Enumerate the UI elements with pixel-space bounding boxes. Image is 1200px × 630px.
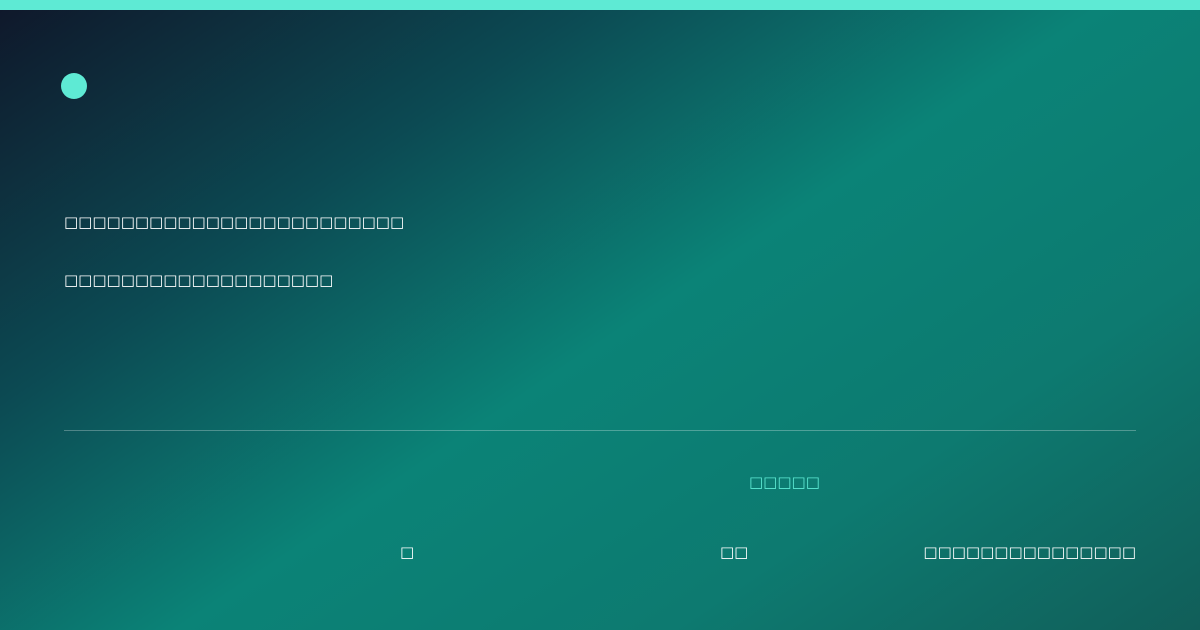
meta-text-1: □: [400, 543, 415, 561]
meta-text-3: □□□□□□□□□□□□□□□: [923, 543, 1136, 561]
headline-line-1: □□□□□□□□□□□□□□□□□□□□□□□□: [64, 213, 405, 231]
top-accent-bar: [0, 0, 1200, 10]
social-card: □□□□□□□□□□□□□□□□□□□□□□□□ □□□□□□□□□□□□□□□…: [0, 0, 1200, 630]
divider: [64, 430, 1136, 431]
circle-dot-icon: [61, 73, 87, 99]
meta-text-2: □□: [720, 543, 749, 561]
accent-label: □□□□□: [749, 473, 820, 491]
headline-line-2: □□□□□□□□□□□□□□□□□□□: [64, 271, 334, 289]
